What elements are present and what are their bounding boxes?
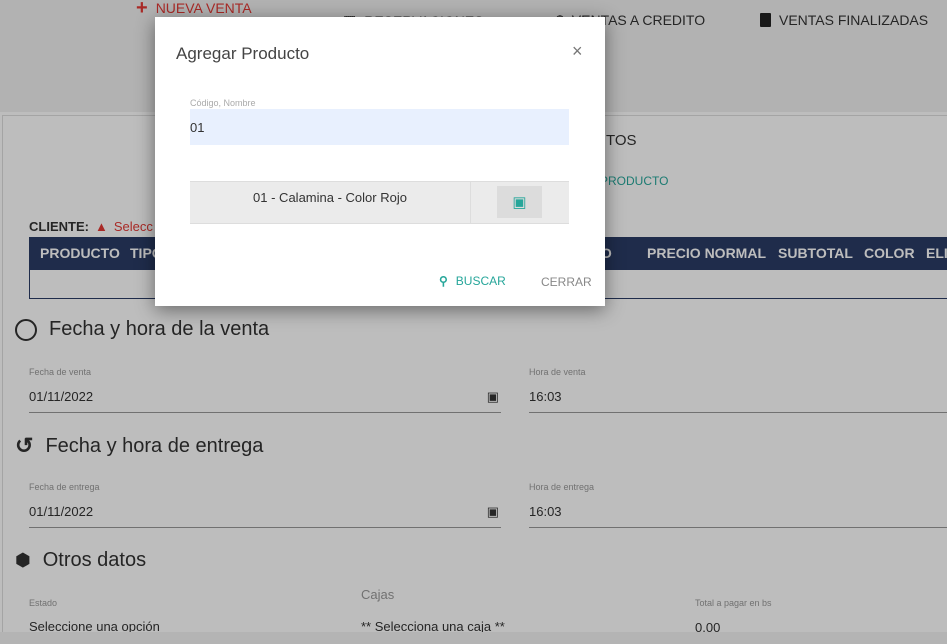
result-row[interactable]: 01 - Calamina - Color Rojo ▣ (190, 181, 569, 224)
divider (470, 182, 471, 223)
modal-title: Agregar Producto (176, 44, 310, 63)
add-product-modal: Agregar Producto × Código, Nombre 01 01 … (155, 17, 605, 306)
search-button[interactable]: ⚲ BUSCAR (439, 274, 506, 288)
result-label: 01 - Calamina - Color Rojo (253, 190, 407, 205)
page-bottom-bar (0, 632, 947, 644)
search-input[interactable]: 01 (190, 109, 569, 145)
close-button[interactable]: CERRAR (541, 275, 592, 289)
search-icon: ⚲ (439, 274, 448, 288)
search-label: Código, Nombre (190, 98, 256, 108)
close-icon[interactable]: × (572, 41, 583, 62)
select-product-button[interactable]: ▣ (497, 186, 542, 218)
box-open-icon: ▣ (512, 194, 527, 211)
